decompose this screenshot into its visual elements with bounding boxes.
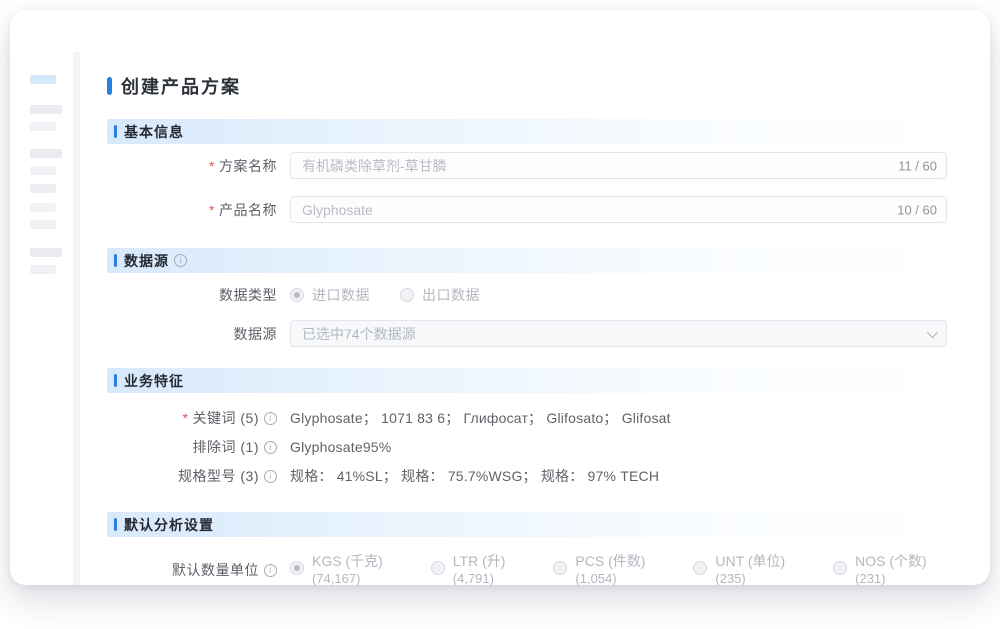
form-row-exclude-words: 排除词 (1) i Glyphosate95% [107, 437, 947, 457]
section-header-data-source: 数据源 i [107, 248, 947, 273]
section-accent-bar [114, 518, 117, 531]
info-icon[interactable]: i [264, 564, 277, 577]
required-asterisk: * [183, 410, 189, 426]
required-asterisk: * [209, 158, 215, 174]
page-title-row: 创建产品方案 [107, 73, 947, 99]
radio-unit-kgs[interactable]: KGS (千克) (74,167) [290, 552, 383, 585]
exclude-words-label: 排除词 (1) i [107, 437, 277, 457]
sidebar-skeleton [10, 10, 73, 585]
sidebar-skeleton-item [30, 203, 56, 212]
radio-icon[interactable] [290, 288, 304, 302]
content-divider [73, 52, 80, 585]
spec-model-label: 规格型号 (3) i [107, 466, 277, 486]
char-counter: 11 / 60 [898, 158, 937, 173]
section-header-default-settings: 默认分析设置 [107, 512, 947, 537]
data-type-radio-group: 进口数据 出口数据 [290, 285, 480, 305]
title-accent-bar [107, 77, 112, 95]
info-icon[interactable]: i [264, 412, 277, 425]
data-source-label: 数据源 [107, 324, 277, 344]
radio-icon[interactable] [400, 288, 414, 302]
section-title: 数据源 [124, 251, 169, 271]
sidebar-skeleton-item [30, 220, 56, 229]
form-row-product-name: * 产品名称 10 / 60 [107, 196, 947, 223]
form-row-default-unit: 默认数量单位 i KGS (千克) (74,167) [107, 552, 947, 585]
section-title: 默认分析设置 [124, 515, 214, 535]
plan-name-input[interactable] [290, 152, 947, 179]
radio-icon[interactable] [833, 561, 847, 575]
radio-export-data[interactable]: 出口数据 [400, 285, 480, 305]
form-row-keywords: * 关键词 (5) i Glyphosate； 1071 83 6； Глифо… [107, 408, 947, 428]
sidebar-skeleton-item [30, 166, 56, 175]
form-row-plan-name: * 方案名称 11 / 60 [107, 152, 947, 179]
select-value: 已选中74个数据源 [302, 324, 416, 344]
form-row-spec-model: 规格型号 (3) i 规格： 41%SL； 规格： 75.7%WSG； 规格： … [107, 466, 947, 486]
page-title: 创建产品方案 [121, 73, 241, 99]
spec-model-value: 规格： 41%SL； 规格： 75.7%WSG； 规格： 97% TECH [290, 466, 659, 486]
section-title: 基本信息 [124, 122, 184, 142]
section-header-basic-info: 基本信息 [107, 119, 947, 144]
default-unit-label: 默认数量单位 i [107, 560, 277, 580]
section-header-business-features: 业务特征 [107, 368, 947, 393]
product-name-input[interactable] [290, 196, 947, 223]
sidebar-skeleton-item [30, 265, 56, 274]
section-accent-bar [114, 125, 117, 138]
product-name-label: * 产品名称 [107, 200, 277, 220]
plan-name-label: * 方案名称 [107, 156, 277, 176]
section-title: 业务特征 [124, 371, 184, 391]
radio-icon[interactable] [553, 561, 567, 575]
section-accent-bar [114, 374, 117, 387]
sidebar-skeleton-item [30, 184, 56, 193]
exclude-words-value: Glyphosate95% [290, 439, 391, 455]
form-row-data-source: 数据源 已选中74个数据源 [107, 320, 947, 347]
radio-icon[interactable] [693, 561, 707, 575]
unit-radio-group: KGS (千克) (74,167) LTR (升) (4,791) [290, 552, 927, 585]
radio-unit-unt[interactable]: UNT (单位) (235) [693, 552, 785, 585]
chevron-down-icon [927, 327, 938, 338]
sidebar-skeleton-item [30, 122, 56, 131]
info-icon[interactable]: i [264, 441, 277, 454]
radio-icon[interactable] [431, 561, 445, 575]
radio-unit-ltr[interactable]: LTR (升) (4,791) [431, 552, 506, 585]
radio-unit-pcs[interactable]: PCS (件数) (1,054) [553, 552, 645, 585]
keywords-label: * 关键词 (5) i [107, 408, 277, 428]
char-counter: 10 / 60 [897, 202, 937, 217]
radio-unit-nos[interactable]: NOS (个数) (231) [833, 552, 927, 585]
data-type-label: 数据类型 [107, 285, 277, 305]
keywords-value: Glyphosate； 1071 83 6； Глифосат； Glifosa… [290, 408, 671, 428]
data-source-select[interactable]: 已选中74个数据源 [290, 320, 947, 347]
sidebar-skeleton-item [30, 248, 62, 257]
section-accent-bar [114, 254, 117, 267]
app-window: 创建产品方案 基本信息 * 方案名称 11 / 60 * 产品名称 [10, 10, 990, 585]
sidebar-skeleton-item-active [30, 75, 56, 84]
sidebar-skeleton-item [30, 149, 62, 158]
form-row-data-type: 数据类型 进口数据 出口数据 [107, 285, 947, 305]
radio-import-data[interactable]: 进口数据 [290, 285, 370, 305]
info-icon[interactable]: i [174, 254, 187, 267]
info-icon[interactable]: i [264, 470, 277, 483]
main-content: 创建产品方案 基本信息 * 方案名称 11 / 60 * 产品名称 [107, 10, 947, 585]
radio-icon[interactable] [290, 561, 304, 575]
sidebar-skeleton-item [30, 105, 62, 114]
required-asterisk: * [209, 202, 215, 218]
